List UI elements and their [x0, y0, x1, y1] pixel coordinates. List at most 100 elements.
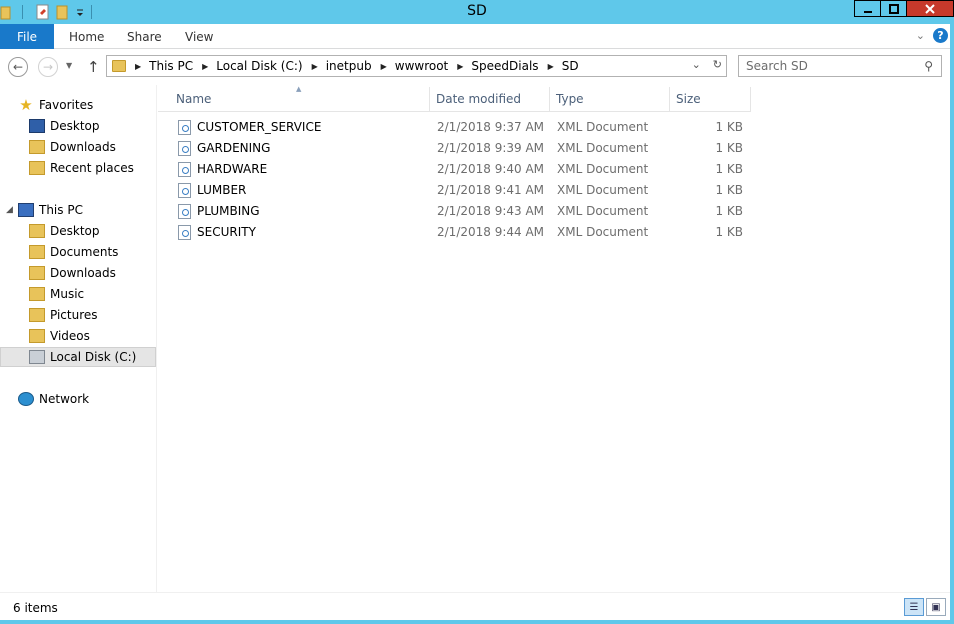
file-size: 1 KB	[715, 120, 743, 134]
sidebar-item-label: Network	[39, 392, 90, 406]
xml-file-icon	[178, 141, 191, 156]
file-size: 1 KB	[715, 225, 743, 239]
computer-icon	[18, 203, 34, 217]
search-icon[interactable]: ⚲	[924, 59, 933, 73]
breadcrumb-separator-icon[interactable]: ▶	[457, 62, 463, 71]
sidebar-item-label: Documents	[50, 245, 119, 259]
table-row[interactable]: LUMBER 2/1/2018 9:41 AM XML Document 1 K…	[175, 180, 751, 201]
details-view-icon: ☰	[909, 601, 919, 613]
file-name: GARDENING	[197, 141, 271, 155]
downloads-folder-icon	[29, 266, 45, 280]
column-header-date-modified[interactable]: Date modified	[430, 87, 550, 111]
tab-share[interactable]: Share	[127, 30, 162, 44]
title-bar[interactable]: SD	[0, 0, 954, 24]
sidebar-item-this-pc[interactable]: This PC	[18, 200, 83, 220]
breadcrumb-this-pc[interactable]: This PC	[149, 59, 193, 73]
pictures-folder-icon	[29, 308, 45, 322]
music-folder-icon	[29, 287, 45, 301]
column-header-type[interactable]: Type	[550, 87, 670, 111]
sidebar-item-pictures[interactable]: Pictures	[29, 305, 98, 325]
column-header-size[interactable]: Size	[670, 87, 751, 111]
table-row[interactable]: PLUMBING 2/1/2018 9:43 AM XML Document 1…	[175, 201, 751, 222]
sidebar-item-label: Desktop	[50, 224, 100, 238]
xml-file-icon	[178, 162, 191, 177]
sidebar-item-favorites[interactable]: ★ Favorites	[18, 95, 93, 115]
table-row[interactable]: CUSTOMER_SERVICE 2/1/2018 9:37 AM XML Do…	[175, 117, 751, 138]
tab-view[interactable]: View	[185, 30, 213, 44]
window-border-right	[950, 24, 954, 624]
window-border-bottom	[0, 620, 954, 624]
chevron-down-icon[interactable]: ⌄	[692, 58, 701, 71]
breadcrumb-separator-icon[interactable]: ▶	[548, 62, 554, 71]
window-title: SD	[467, 3, 487, 19]
breadcrumb-sd[interactable]: SD	[562, 59, 579, 73]
breadcrumb-wwwroot[interactable]: wwwroot	[395, 59, 449, 73]
breadcrumb-separator-icon[interactable]: ▶	[135, 62, 141, 71]
sidebar-item-recent-places[interactable]: Recent places	[29, 158, 134, 178]
navigation-pane[interactable]: ★ Favorites Desktop Downloads Recent pla…	[0, 85, 157, 592]
window-controls	[854, 0, 954, 17]
file-type: XML Document	[557, 204, 649, 218]
table-row[interactable]: HARDWARE 2/1/2018 9:40 AM XML Document 1…	[175, 159, 751, 180]
tab-file[interactable]: File	[0, 24, 54, 49]
breadcrumb-local-disk[interactable]: Local Disk (C:)	[216, 59, 302, 73]
search-placeholder: Search SD	[746, 59, 808, 73]
breadcrumb-speeddials[interactable]: SpeedDials	[471, 59, 538, 73]
videos-folder-icon	[29, 329, 45, 343]
sidebar-item-music[interactable]: Music	[29, 284, 84, 304]
file-name: LUMBER	[197, 183, 247, 197]
forward-button[interactable]: →	[38, 57, 58, 77]
refresh-icon[interactable]: ↻	[713, 58, 722, 71]
file-size: 1 KB	[715, 162, 743, 176]
item-count: 6 items	[13, 601, 58, 615]
address-bar[interactable]: ▶ This PC ▶ Local Disk (C:) ▶ inetpub ▶ …	[106, 55, 727, 77]
close-button[interactable]	[907, 0, 954, 17]
expand-ribbon-icon[interactable]: ⌄	[916, 29, 925, 42]
star-icon: ★	[19, 96, 33, 114]
sidebar-item-label: This PC	[39, 203, 83, 217]
network-icon	[18, 392, 34, 406]
tab-home[interactable]: Home	[69, 30, 104, 44]
sidebar-item-label: Desktop	[50, 119, 100, 133]
sidebar-item-documents[interactable]: Documents	[29, 242, 118, 262]
maximize-button[interactable]	[881, 0, 907, 17]
recent-locations-button[interactable]: ▼	[66, 61, 72, 70]
sidebar-item-label: Pictures	[50, 308, 98, 322]
file-date: 2/1/2018 9:43 AM	[437, 204, 545, 218]
sidebar-item-label: Music	[50, 287, 85, 301]
ribbon-controls: ⌄ ?	[916, 28, 948, 43]
breadcrumb: ▶ This PC ▶ Local Disk (C:) ▶ inetpub ▶ …	[126, 59, 579, 73]
breadcrumb-separator-icon[interactable]: ▶	[381, 62, 387, 71]
file-name: PLUMBING	[197, 204, 260, 218]
file-type: XML Document	[557, 162, 649, 176]
sidebar-item-network[interactable]: Network	[18, 389, 89, 409]
table-row[interactable]: GARDENING 2/1/2018 9:39 AM XML Document …	[175, 138, 751, 159]
column-header-name[interactable]: Name	[170, 87, 430, 111]
expand-arrow-icon[interactable]: ◢	[6, 205, 13, 215]
sidebar-item-pc-downloads[interactable]: Downloads	[29, 263, 116, 283]
file-type: XML Document	[557, 183, 649, 197]
sidebar-item-pc-desktop[interactable]: Desktop	[29, 221, 100, 241]
details-view-button[interactable]: ☰	[904, 598, 924, 616]
back-button[interactable]: ←	[8, 57, 28, 77]
sidebar-item-downloads[interactable]: Downloads	[29, 137, 116, 157]
file-list[interactable]: ▲ Name Date modified Type Size CUSTOMER_…	[158, 85, 954, 592]
sidebar-item-videos[interactable]: Videos	[29, 326, 90, 346]
large-icons-view-icon: ▣	[931, 601, 941, 613]
xml-file-icon	[178, 225, 191, 240]
sidebar-item-desktop[interactable]: Desktop	[29, 116, 100, 136]
search-input[interactable]: Search SD ⚲	[738, 55, 942, 77]
breadcrumb-inetpub[interactable]: inetpub	[326, 59, 372, 73]
minimize-button[interactable]	[854, 0, 881, 17]
help-icon[interactable]: ?	[933, 28, 948, 43]
sidebar-item-local-disk[interactable]: Local Disk (C:)	[0, 347, 156, 367]
breadcrumb-separator-icon[interactable]: ▶	[312, 62, 318, 71]
table-row[interactable]: SECURITY 2/1/2018 9:44 AM XML Document 1…	[175, 222, 751, 243]
folder-icon	[112, 60, 126, 72]
status-bar: 6 items ☰ ▣	[0, 592, 954, 620]
file-size: 1 KB	[715, 204, 743, 218]
breadcrumb-separator-icon[interactable]: ▶	[202, 62, 208, 71]
large-icons-view-button[interactable]: ▣	[926, 598, 946, 616]
view-toggle: ☰ ▣	[904, 598, 946, 616]
up-button[interactable]: ↑	[87, 58, 100, 76]
